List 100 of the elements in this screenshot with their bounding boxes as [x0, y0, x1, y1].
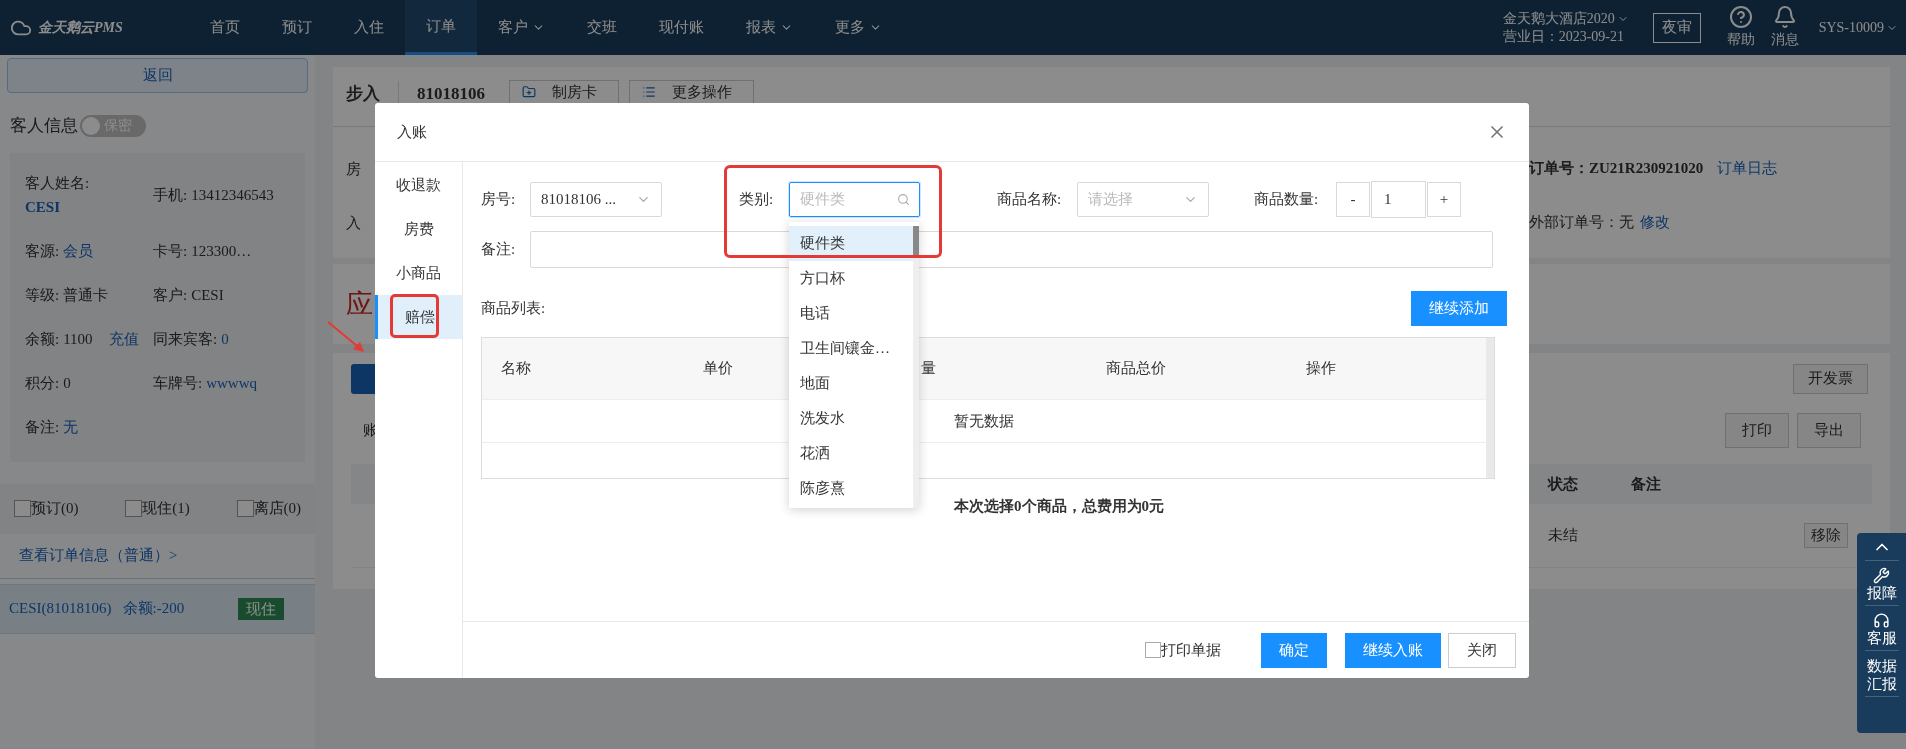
field-value[interactable]: 会员	[63, 238, 94, 263]
dropdown-option[interactable]: 电话	[789, 296, 913, 331]
guest-field: 同来宾客: 0	[153, 326, 305, 351]
help-icon	[1728, 5, 1753, 29]
business-date: 营业日：2023-09-21	[1502, 27, 1625, 46]
field-value[interactable]: 无	[63, 414, 79, 439]
dialog-tab[interactable]: 收退款	[375, 163, 462, 207]
guest-field: 客人姓名: CESI	[25, 170, 153, 219]
order-log-link[interactable]: 订单日志	[1717, 156, 1778, 180]
nav-item[interactable]: 预订	[261, 0, 333, 55]
messages-button[interactable]: 消息	[1770, 5, 1799, 50]
nav-item[interactable]: 首页	[189, 0, 261, 55]
order-info-link[interactable]: 查看订单信息（普通）>	[19, 544, 178, 567]
nav-item[interactable]: 客户	[477, 0, 566, 55]
bill-status: 未结	[1548, 526, 1578, 546]
guest-field: 客源: 会员	[25, 238, 153, 263]
dropdown-option[interactable]: 洗发水	[789, 401, 913, 436]
quantity-field[interactable]: 1	[1371, 181, 1426, 218]
user-menu[interactable]: SYS-10009	[1818, 17, 1898, 38]
increase-button[interactable]: +	[1427, 182, 1461, 217]
recharge-link[interactable]: 充值	[108, 326, 139, 351]
field-label: 入	[345, 214, 362, 232]
field-value[interactable]: 0	[221, 326, 229, 351]
bell-icon	[1772, 5, 1797, 29]
section-title: 客人信息	[10, 115, 78, 137]
room-list-item[interactable]: CESI(81018106) 余额:-200 现住	[0, 583, 315, 634]
help-button[interactable]: 帮助	[1726, 5, 1755, 50]
dropdown-option[interactable]: 花洒	[789, 436, 913, 471]
field-label: 商品数量:	[1254, 190, 1320, 210]
dialog-button[interactable]: 确定	[1261, 632, 1327, 668]
room-name: CESI(81018106)	[9, 599, 112, 619]
dialog-button[interactable]: 继续入账	[1345, 632, 1441, 668]
column-header: 操作	[1306, 359, 1337, 379]
nav-item[interactable]: 交班	[566, 0, 638, 55]
filter-checkbox[interactable]: 离店(0)	[236, 497, 301, 520]
nav-item[interactable]: 入住	[333, 0, 405, 55]
column-header: 状态	[1548, 474, 1579, 494]
print-receipt-checkbox[interactable]: 打印单据	[1145, 638, 1221, 662]
toolbar-item[interactable]: 报障	[1864, 567, 1899, 606]
logo-text: 金天鹅云PMS	[38, 19, 123, 37]
dropdown-option[interactable]: 陈彦熹	[789, 471, 913, 506]
guest-field: 积分: 0	[25, 370, 153, 395]
column-header: 商品总价	[1106, 359, 1167, 379]
invoice-button[interactable]: 开发票	[1793, 363, 1868, 394]
selection-summary: 本次选择0个商品，总费用为0元	[954, 497, 1165, 516]
filter-checkbox[interactable]: 预订(0)	[14, 497, 79, 520]
order-status: 步入	[346, 83, 380, 105]
dialog-button[interactable]: 关闭	[1448, 632, 1516, 668]
dropdown-option[interactable]: 卫生间镶金…	[789, 331, 913, 366]
nav-item[interactable]: 现付账	[638, 0, 725, 55]
room-balance: 余额:-200	[122, 599, 185, 619]
list-label: 商品列表:	[481, 299, 546, 319]
category-search-field[interactable]: 硬件类	[789, 182, 920, 217]
field-value: 1100	[63, 329, 93, 349]
external-order-number: 外部订单号：无	[1529, 212, 1634, 232]
edit-link[interactable]: 修改	[1640, 210, 1670, 234]
add-more-button[interactable]: 继续添加	[1411, 291, 1507, 326]
scrollbar-thumb[interactable]	[913, 226, 919, 256]
toolbar-item[interactable]: 客服	[1864, 612, 1899, 651]
field-value: 123300…	[191, 241, 252, 261]
guest-field: 车牌号: wwwwq	[153, 370, 305, 395]
field-label: 房	[345, 160, 362, 178]
export-button[interactable]: 导出	[1797, 412, 1861, 448]
headset-icon	[1873, 612, 1890, 629]
nav-item[interactable]: 更多	[814, 0, 903, 55]
nav-item[interactable]: 报表	[725, 0, 814, 55]
decrease-button[interactable]: -	[1336, 182, 1370, 217]
guest-field: 卡号: 123300…	[153, 238, 305, 263]
guest-field: 余额: 1100 充值	[25, 326, 153, 351]
guest-field: 手机: 13412346543	[153, 182, 305, 207]
dialog-tab[interactable]: 房费	[375, 207, 462, 251]
dropdown-option[interactable]: 方口杯	[789, 261, 913, 296]
field-label: 备注:	[481, 240, 517, 260]
print-button[interactable]: 打印	[1725, 412, 1789, 448]
room-select[interactable]: 81018106 ...	[530, 182, 662, 217]
column-header: 名称	[501, 359, 532, 379]
filter-checkbox[interactable]: 现住(1)	[125, 497, 190, 520]
dropdown-option[interactable]: 地面	[789, 366, 913, 401]
amount-heading: 应	[346, 287, 373, 321]
hotel-selector[interactable]: 金天鹅大酒店2020	[1502, 9, 1629, 28]
search-icon	[897, 193, 910, 206]
guest-field: 等级: 普通卡	[25, 282, 153, 307]
partial-button[interactable]	[351, 363, 375, 394]
wrench-icon	[1873, 567, 1890, 584]
remove-button[interactable]: 移除	[1804, 523, 1848, 548]
night-audit-button[interactable]: 夜审	[1652, 12, 1701, 43]
column-header: 单价	[703, 359, 734, 379]
room-number: 81018106	[417, 83, 485, 105]
field-value[interactable]: CESI	[25, 194, 153, 219]
guest-field: 客户: CESI	[153, 282, 305, 307]
field-value: CESI	[191, 285, 224, 305]
field-label: 房号:	[481, 190, 517, 210]
dialog-tab[interactable]: 小商品	[375, 251, 462, 295]
back-button[interactable]: 返回	[7, 58, 308, 93]
list-icon	[642, 85, 656, 99]
folder-icon	[522, 85, 536, 99]
toolbar-item[interactable]: 数据汇报	[1864, 657, 1899, 697]
nav-item[interactable]: 订单	[405, 0, 477, 55]
dropdown-option[interactable]: 硬件类	[789, 226, 913, 261]
field-value[interactable]: wwwwq	[206, 370, 257, 395]
